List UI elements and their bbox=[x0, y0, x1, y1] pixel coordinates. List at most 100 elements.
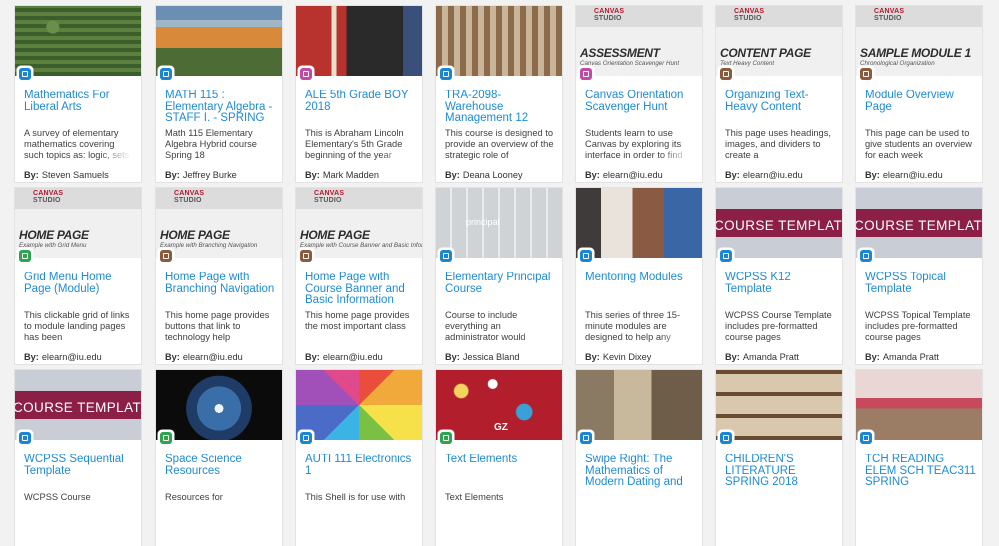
resource-card[interactable]: Mathematics For Liberal Arts A survey of … bbox=[15, 6, 141, 182]
quiz-type-icon bbox=[18, 249, 32, 263]
description-fade bbox=[99, 332, 137, 344]
resource-card[interactable]: CANVAS STUDIO HOME PAGE Example with Course… bbox=[296, 188, 422, 364]
resource-card[interactable]: Swipe Right: The Mathematics of Modern D… bbox=[576, 370, 702, 546]
resource-title-link[interactable]: Home Page with Course Banner and Basic I… bbox=[305, 272, 417, 307]
description-fade bbox=[99, 514, 137, 526]
thumbnail-heading: HOME PAGE bbox=[300, 228, 370, 242]
resource-card[interactable]: Mentoring Modules This series of three 15… bbox=[576, 188, 702, 364]
page-type-icon bbox=[859, 67, 873, 81]
resource-card[interactable]: CANVAS STUDIO HOME PAGE Example with Grid M… bbox=[15, 188, 141, 364]
resource-title-link[interactable]: MATH 115 : Elementary Algebra - STAFF I.… bbox=[165, 90, 277, 125]
resource-title-link[interactable]: TRA-2098-Warehouse Management 12 bbox=[445, 90, 557, 125]
description-fade bbox=[940, 332, 978, 344]
resource-thumbnail[interactable]: GZ bbox=[436, 370, 562, 440]
author-label: By: bbox=[165, 170, 180, 180]
author-name: elearn@iu.edu bbox=[882, 170, 943, 180]
page-type-icon bbox=[299, 249, 313, 263]
resource-title-link[interactable]: Mentoring Modules bbox=[585, 272, 697, 284]
description-fade bbox=[380, 514, 418, 526]
canvas-studio-logo: CANVAS STUDIO bbox=[33, 190, 64, 204]
thumbnail-subheading: Example with Branching Navigation bbox=[160, 242, 258, 249]
canvas-studio-logo: CANVAS STUDIO bbox=[874, 8, 905, 22]
resource-card[interactable]: CANVAS STUDIO CONTENT PAGE Text Heavy Conte… bbox=[716, 6, 842, 182]
resource-card[interactable]: Space Science Resources Resources for bbox=[156, 370, 282, 546]
resource-card[interactable]: CANVAS STUDIO ASSESSMENT Canvas Orientation… bbox=[576, 6, 702, 182]
canvas-studio-logo: CANVAS STUDIO bbox=[314, 190, 345, 204]
resource-title-link[interactable]: Canvas Orientation Scavenger Hunt bbox=[585, 90, 697, 113]
course-glyph-icon bbox=[440, 68, 452, 80]
resource-thumbnail[interactable]: CANVAS STUDIO ASSESSMENT Canvas Orientation… bbox=[576, 6, 702, 76]
resource-card[interactable]: CANVAS STUDIO HOME PAGE Example with Branch… bbox=[156, 188, 282, 364]
author-label: By: bbox=[585, 352, 600, 362]
resource-thumbnail[interactable]: CANVAS STUDIO HOME PAGE Example with Grid M… bbox=[15, 188, 141, 258]
module-type-icon bbox=[299, 67, 313, 81]
author-name: Mark Madden bbox=[322, 170, 379, 180]
author-label: By: bbox=[445, 352, 460, 362]
resource-thumbnail[interactable] bbox=[15, 6, 141, 76]
resource-thumbnail[interactable] bbox=[856, 370, 982, 440]
resource-card[interactable]: TRA-2098-Warehouse Management 12 This cou… bbox=[436, 6, 562, 182]
thumbnail-subheading: Example with Course Banner and Basic Inf… bbox=[300, 242, 422, 249]
resource-title-link[interactable]: WCPSS Topical Template bbox=[865, 272, 977, 295]
resource-title-link[interactable]: TCH READING ELEM SCH TEAC311 SPRING bbox=[865, 454, 977, 489]
resource-thumbnail[interactable]: CANVAS STUDIO HOME PAGE Example with Course… bbox=[296, 188, 422, 258]
resource-thumbnail[interactable] bbox=[436, 6, 562, 76]
author-name: Amanda Pratt bbox=[882, 352, 939, 362]
resource-thumbnail[interactable] bbox=[296, 6, 422, 76]
resource-card[interactable]: MATH 115 : Elementary Algebra - STAFF I.… bbox=[156, 6, 282, 182]
resource-title-link[interactable]: Module Overview Page bbox=[865, 90, 977, 113]
resource-thumbnail[interactable] bbox=[576, 370, 702, 440]
resource-card[interactable]: ALE 5th Grade BOY 2018 This is Abraham Li… bbox=[296, 6, 422, 182]
resource-thumbnail[interactable]: CANVAS STUDIO HOME PAGE Example with Branch… bbox=[156, 188, 282, 258]
resource-title-link[interactable]: Mathematics For Liberal Arts bbox=[24, 90, 136, 113]
resource-thumbnail[interactable] bbox=[296, 370, 422, 440]
author-label: By: bbox=[165, 352, 180, 362]
resource-author: By: Amanda Pratt bbox=[725, 352, 840, 362]
resource-card[interactable]: AUTI 111 Electronics 1 This Shell is for … bbox=[296, 370, 422, 546]
author-label: By: bbox=[24, 352, 39, 362]
resource-card[interactable]: CANVAS STUDIO SAMPLE MODULE 1 Chronological… bbox=[856, 6, 982, 182]
resource-thumbnail[interactable] bbox=[156, 370, 282, 440]
resource-title-link[interactable]: Elementary Principal Course bbox=[445, 272, 557, 295]
resource-title-link[interactable]: Swipe Right: The Mathematics of Modern D… bbox=[585, 454, 697, 489]
resource-title-link[interactable]: AUTI 111 Electronics 1 bbox=[305, 454, 417, 477]
resource-author: By: elearn@iu.edu bbox=[865, 170, 980, 180]
description-fade bbox=[380, 332, 418, 344]
resource-title-link[interactable]: CHILDREN'S LITERATURE SPRING 2018 bbox=[725, 454, 837, 489]
resource-card[interactable]: TCH READING ELEM SCH TEAC311 SPRING bbox=[856, 370, 982, 546]
resource-title-link[interactable]: Grid Menu Home Page (Module) bbox=[24, 272, 136, 295]
resource-title-link[interactable]: ALE 5th Grade BOY 2018 bbox=[305, 90, 417, 113]
resource-title-link[interactable]: WCPSS K12 Template bbox=[725, 272, 837, 295]
resource-thumbnail[interactable]: COURSE TEMPLATE bbox=[856, 188, 982, 258]
course-type-icon bbox=[299, 431, 313, 445]
module-glyph-icon bbox=[580, 68, 592, 80]
resource-card[interactable]: GZ Text Elements Text Elements bbox=[436, 370, 562, 546]
resource-thumbnail[interactable] bbox=[716, 370, 842, 440]
author-name: elearn@iu.edu bbox=[742, 170, 803, 180]
resource-card[interactable]: COURSE TEMPLATE WCPSS Sequential Template… bbox=[15, 370, 141, 546]
resource-thumbnail[interactable]: principal bbox=[436, 188, 562, 258]
thumbnail-heading: CONTENT PAGE bbox=[720, 46, 811, 60]
resource-card[interactable]: COURSE TEMPLATE WCPSS K12 Template WCPSS C… bbox=[716, 188, 842, 364]
course-type-icon bbox=[18, 67, 32, 81]
resource-thumbnail[interactable] bbox=[156, 6, 282, 76]
resource-author: By: Kevin Dixey bbox=[585, 352, 700, 362]
author-name: Steven Samuels bbox=[41, 170, 109, 180]
resource-title-link[interactable]: Organizing Text-Heavy Content bbox=[725, 90, 837, 113]
author-name: Deana Looney bbox=[462, 170, 523, 180]
resource-thumbnail[interactable]: CANVAS STUDIO SAMPLE MODULE 1 Chronological… bbox=[856, 6, 982, 76]
resource-card[interactable]: principal Elementary Principal Course Cour… bbox=[436, 188, 562, 364]
course-glyph-icon bbox=[160, 68, 172, 80]
resource-title-link[interactable]: Home Page with Branching Navigation bbox=[165, 272, 277, 295]
resource-title-link[interactable]: Space Science Resources bbox=[165, 454, 277, 477]
resource-card[interactable]: CHILDREN'S LITERATURE SPRING 2018 bbox=[716, 370, 842, 546]
module-glyph-icon bbox=[300, 68, 312, 80]
resource-title-link[interactable]: Text Elements bbox=[445, 454, 557, 466]
resource-thumbnail[interactable]: COURSE TEMPLATE bbox=[716, 188, 842, 258]
resource-thumbnail[interactable]: CANVAS STUDIO CONTENT PAGE Text Heavy Conte… bbox=[716, 6, 842, 76]
resource-thumbnail[interactable]: COURSE TEMPLATE bbox=[15, 370, 141, 440]
resource-author: By: Jeffrey Burke bbox=[165, 170, 280, 180]
resource-title-link[interactable]: WCPSS Sequential Template bbox=[24, 454, 136, 477]
resource-card[interactable]: COURSE TEMPLATE WCPSS Topical Template WCP… bbox=[856, 188, 982, 364]
resource-thumbnail[interactable] bbox=[576, 188, 702, 258]
